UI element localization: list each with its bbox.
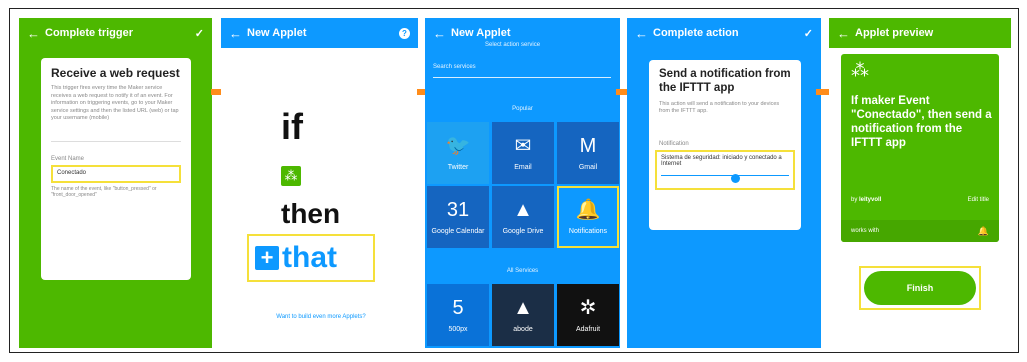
check-icon[interactable]: ✓ — [195, 27, 204, 40]
build-more-link[interactable]: Want to build even more Applets? — [276, 314, 366, 322]
search-input[interactable]: Search services — [433, 58, 611, 78]
notification-field[interactable]: Sistema de seguridad: iniciado y conecta… — [655, 150, 795, 191]
back-arrow-icon[interactable]: ← — [229, 26, 247, 41]
finish-label: Finish — [906, 283, 934, 293]
author-name: leityvoll — [859, 197, 882, 203]
adafruit-icon: ✲ — [579, 296, 597, 319]
service-tile-500px[interactable]: 5 500px — [427, 284, 489, 346]
header: ← Complete trigger ✓ — [19, 18, 212, 48]
maker-icon: ⁂ — [281, 166, 301, 186]
field-label: Event Name — [51, 155, 85, 162]
panel-complete-trigger: ← Complete trigger ✓ Receive a web reque… — [19, 18, 212, 348]
drive-icon: ▲ — [513, 198, 533, 221]
header-title: Complete action — [653, 27, 739, 39]
trigger-card: Receive a web request This trigger fires… — [41, 58, 191, 280]
back-arrow-icon[interactable]: ← — [837, 26, 855, 41]
card-description: This action will send a notification to … — [659, 100, 780, 115]
author-prefix: by — [851, 197, 858, 203]
header-subtitle: Select action service — [485, 42, 541, 48]
action-card: Send a notification from the IFTTT app T… — [649, 60, 801, 230]
service-tile-twitter[interactable]: 🐦 Twitter — [427, 122, 489, 184]
plus-icon: + — [255, 245, 279, 270]
card-title: Receive a web request — [51, 66, 180, 80]
then-label: then — [281, 198, 341, 229]
card-description: This trigger fires every time the Maker … — [51, 85, 179, 122]
header-title: Complete trigger — [45, 27, 134, 39]
service-tile-notifications[interactable]: 🔔 Notifications — [557, 186, 619, 248]
header-title: Applet preview — [855, 27, 934, 39]
header-title: New Applet — [247, 27, 307, 39]
abode-icon: ▲ — [513, 296, 533, 319]
back-arrow-icon[interactable]: ← — [27, 26, 45, 41]
maker-icon: ⁂ — [851, 60, 869, 80]
applet-summary: If maker Event "Conectado", then send a … — [851, 95, 992, 150]
bell-icon: 🔔 — [977, 225, 989, 236]
that-label: that — [282, 241, 337, 274]
service-tile-label: Gmail — [578, 163, 598, 171]
service-tile-gmail[interactable]: M Gmail — [557, 122, 619, 184]
finish-button-frame: Finish — [859, 266, 981, 310]
500px-icon: 5 — [452, 296, 464, 319]
header: ← Applet preview — [829, 18, 1011, 48]
service-tile-label: 500px — [448, 325, 468, 333]
check-icon[interactable]: ✓ — [804, 27, 813, 40]
gmail-icon: M — [579, 134, 597, 157]
service-tile-label: Adafruit — [575, 325, 601, 333]
service-tile-google-drive[interactable]: ▲ Google Drive — [492, 186, 554, 248]
event-name-field[interactable]: Conectado — [51, 164, 181, 183]
screenshot-frame: ← Complete trigger ✓ Receive a web reque… — [9, 8, 1019, 353]
search-placeholder: Search services — [433, 64, 476, 70]
service-tile-adafruit[interactable]: ✲ Adafruit — [557, 284, 619, 346]
if-label: if — [281, 106, 303, 147]
add-ingredient-handle[interactable] — [731, 174, 740, 184]
header: ← Complete action ✓ — [627, 18, 821, 48]
header-title: New Applet — [451, 27, 511, 39]
service-tile-label: Notifications — [568, 227, 608, 235]
service-tile-label: Google Drive — [502, 227, 544, 235]
field-label: Notification — [659, 141, 689, 148]
service-tile-email[interactable]: ✉ Email — [492, 122, 554, 184]
applet-card: ⁂ If maker Event "Conectado", then send … — [841, 54, 999, 242]
notification-value: Sistema de seguridad: iniciado y conecta… — [661, 155, 782, 168]
section-popular: Popular — [512, 106, 533, 112]
back-arrow-icon[interactable]: ← — [433, 26, 451, 41]
event-name-value: Conectado — [57, 169, 87, 176]
ingredient-bar — [661, 175, 789, 177]
back-arrow-icon[interactable]: ← — [635, 26, 653, 41]
service-tile-google-calendar[interactable]: 31 Google Calendar — [427, 186, 489, 248]
email-icon: ✉ — [514, 134, 532, 157]
applet-author: by leityvoll — [851, 197, 881, 203]
service-tile-label: Google Calendar — [431, 227, 485, 235]
service-tile-label: Twitter — [447, 163, 469, 171]
finish-button[interactable]: Finish — [864, 271, 976, 305]
edit-title-link[interactable]: Edit title — [968, 197, 989, 203]
calendar-icon: 31 — [446, 198, 470, 221]
service-tile-label: Email — [514, 163, 532, 171]
field-hint: The name of the event, like "button_pres… — [51, 185, 157, 199]
panel-complete-action: ← Complete action ✓ Send a notification … — [627, 18, 821, 348]
help-icon[interactable]: ? — [399, 27, 410, 39]
works-with-label: works with — [851, 228, 880, 234]
section-all-services: All Services — [506, 268, 539, 274]
panel-applet-preview: ← Applet preview ⁂ If maker Event "Conec… — [829, 18, 1011, 348]
panel-new-applet: ← New Applet ? if ⁂ then + that Want to … — [221, 18, 418, 348]
service-tile-abode[interactable]: ▲ abode — [492, 284, 554, 346]
card-title: Send a notification from the IFTTT app — [659, 68, 791, 94]
panel-select-service: ← New Applet Select action service Searc… — [425, 18, 620, 348]
works-with-bar: works with 🔔 — [841, 220, 999, 242]
that-button[interactable]: + that — [247, 234, 375, 282]
twitter-icon: 🐦 — [445, 134, 471, 157]
header: ← New Applet ? — [221, 18, 418, 48]
service-tile-label: abode — [513, 325, 533, 333]
bell-icon: 🔔 — [575, 198, 601, 221]
